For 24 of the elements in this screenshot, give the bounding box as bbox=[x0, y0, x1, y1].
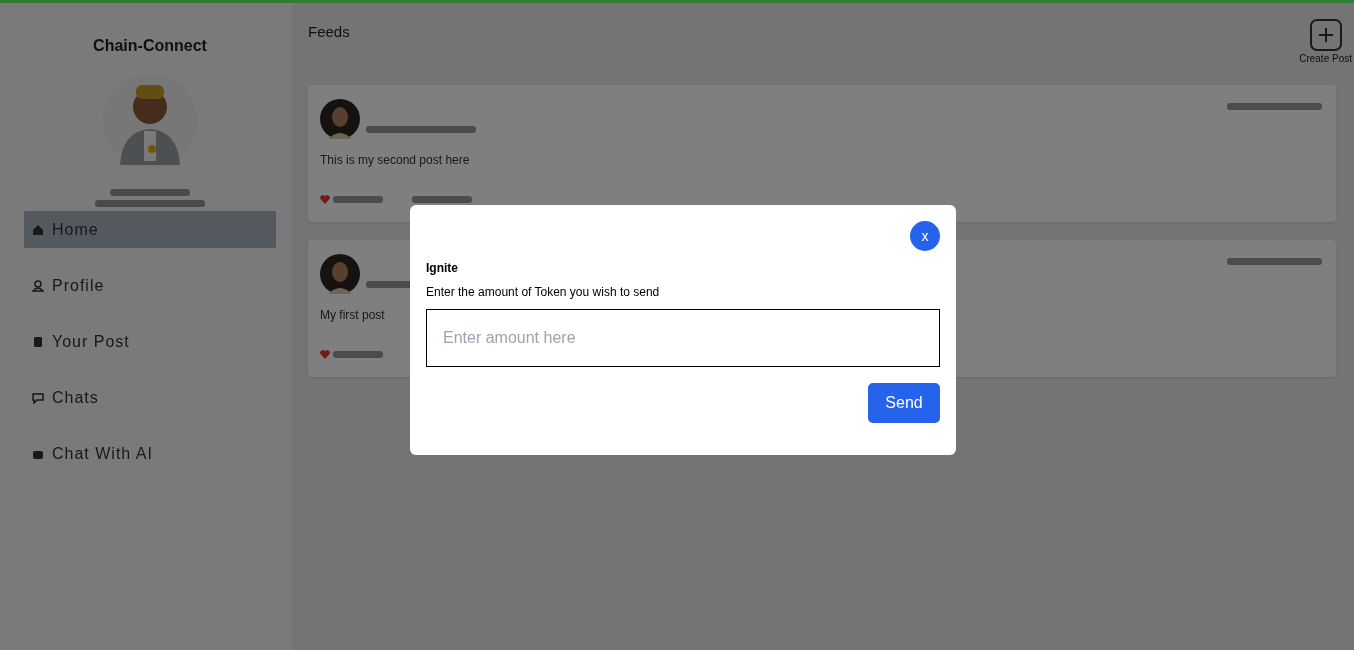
close-button[interactable]: x bbox=[910, 221, 940, 251]
heart-icon bbox=[320, 350, 330, 359]
nav-icon bbox=[32, 279, 44, 292]
post-text: My first post bbox=[320, 308, 386, 322]
post-text: This is my second post here bbox=[320, 153, 471, 167]
page-title: Feeds bbox=[308, 23, 350, 40]
nav-item[interactable]: Home bbox=[24, 211, 276, 248]
send-button[interactable]: Send bbox=[868, 383, 940, 423]
nav-item[interactable]: Chat With AI bbox=[24, 435, 276, 472]
avatar bbox=[320, 99, 360, 139]
nav-icon bbox=[32, 391, 44, 404]
nav-item[interactable]: Profile bbox=[24, 267, 276, 304]
create-post-button[interactable]: Create Post bbox=[1299, 19, 1352, 64]
nav-item[interactable]: Your Post bbox=[24, 323, 276, 360]
nav-icon bbox=[32, 335, 44, 348]
heart-icon bbox=[320, 195, 330, 204]
amount-field[interactable]: Enter amount here bbox=[426, 309, 940, 367]
nav-icon bbox=[32, 223, 44, 236]
app-title: Chain-Connect bbox=[93, 37, 207, 55]
plus-icon bbox=[1309, 19, 1342, 51]
avatar bbox=[320, 254, 360, 294]
dialog-title: Ignite bbox=[426, 261, 459, 275]
dialog-prompt: Enter the amount of Token you wish to send bbox=[426, 285, 661, 299]
nav-item[interactable]: Chats bbox=[24, 379, 276, 416]
